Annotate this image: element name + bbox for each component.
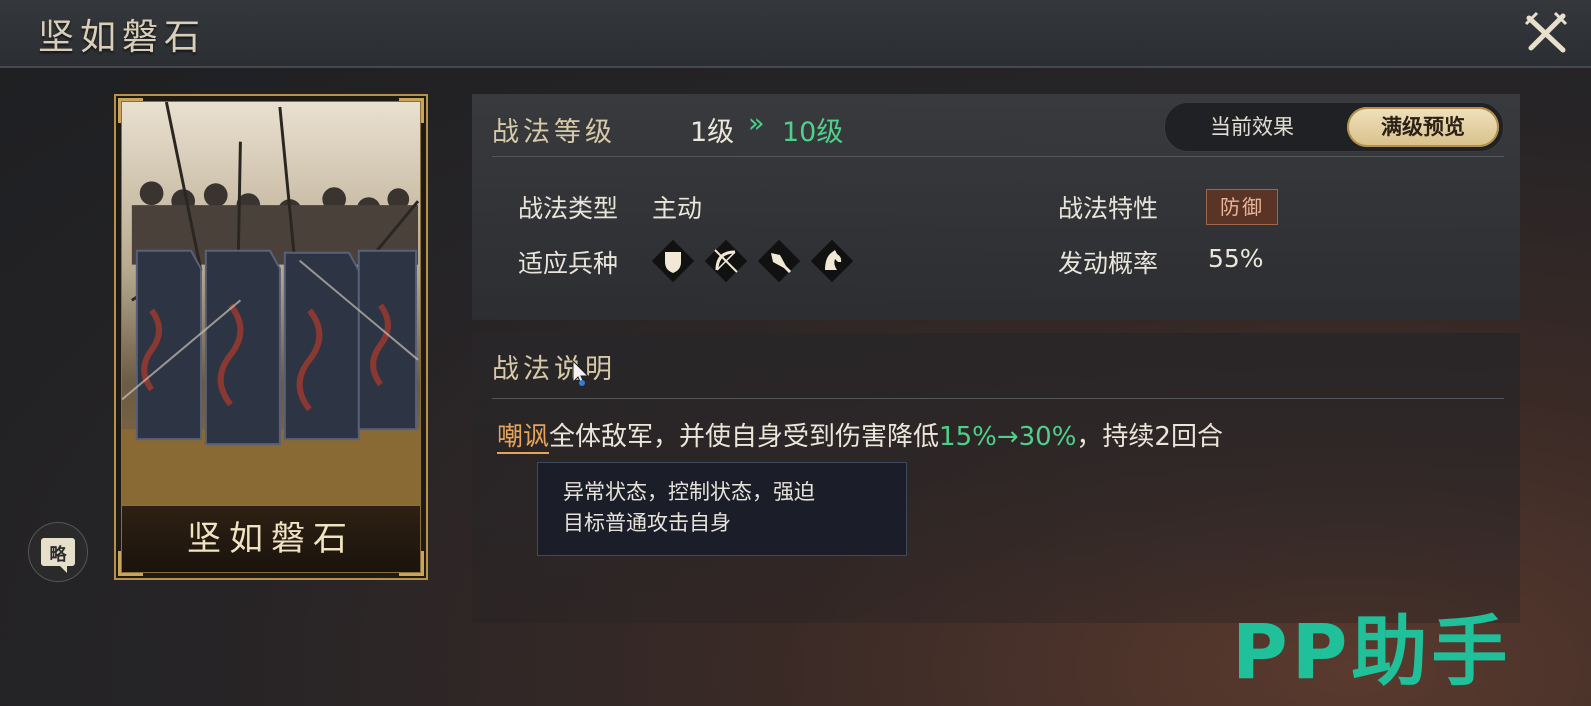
unit-types-label: 适应兵种 bbox=[518, 249, 619, 278]
watermark-logo: PP助手 bbox=[1232, 607, 1512, 696]
damage-reduction-value: 15%→30% bbox=[939, 422, 1077, 452]
skill-description-title: 战法说明 bbox=[492, 354, 616, 385]
skill-description-text: 嘲讽全体敌军，并使自身受到伤害降低15%→30%，持续2回合 bbox=[497, 416, 1223, 454]
horse-icon bbox=[811, 240, 853, 282]
skill-type-value: 主动 bbox=[652, 194, 703, 223]
skill-card-name: 坚如磐石 bbox=[122, 505, 420, 572]
description-text-part: ，持续2回合 bbox=[1076, 422, 1223, 452]
divider bbox=[492, 398, 1504, 399]
card-corner-ornament bbox=[399, 551, 424, 576]
brief-label: 略 bbox=[41, 538, 75, 573]
level-current: 1级 bbox=[690, 117, 735, 148]
taunt-keyword-link[interactable]: 嘲讽 bbox=[497, 422, 550, 454]
divider bbox=[492, 156, 1504, 157]
bow-icon bbox=[705, 240, 747, 282]
shield-icon bbox=[652, 240, 694, 282]
tooltip-line: 目标普通攻击自身 bbox=[563, 511, 731, 535]
keyword-tooltip: 异常状态，控制状态，强迫 目标普通攻击自身 bbox=[537, 462, 907, 556]
current-effect-tab[interactable]: 当前效果 bbox=[1177, 103, 1327, 151]
max-level-preview-tab[interactable]: 满级预览 bbox=[1347, 107, 1499, 147]
skill-info-panel: 战法等级 1级 » 10级 当前效果 满级预览 战法类型 主动 战法特性 防御 … bbox=[472, 94, 1520, 320]
card-corner-ornament bbox=[118, 98, 143, 123]
skill-trait-badge: 防御 bbox=[1206, 189, 1278, 225]
tooltip-line: 异常状态，控制状态，强迫 bbox=[563, 480, 815, 504]
level-max: 10级 bbox=[782, 117, 844, 148]
description-text-part: 全体敌军，并使自身受到伤害降低 bbox=[549, 422, 940, 452]
trigger-rate-label: 发动概率 bbox=[1058, 249, 1159, 278]
trigger-rate-value: 55% bbox=[1208, 244, 1264, 273]
close-button[interactable] bbox=[1523, 10, 1569, 56]
card-corner-ornament bbox=[118, 551, 143, 576]
window-title: 坚如磐石 bbox=[38, 17, 207, 58]
skill-level-title: 战法等级 bbox=[492, 117, 616, 148]
skill-card-art bbox=[122, 102, 420, 572]
title-bar: 坚如磐石 bbox=[0, 0, 1591, 68]
brief-toggle-button[interactable]: 略 bbox=[28, 522, 88, 582]
mouse-cursor-icon bbox=[572, 360, 590, 387]
spear-icon bbox=[758, 240, 800, 282]
card-corner-ornament bbox=[399, 98, 424, 123]
skill-type-label: 战法类型 bbox=[518, 194, 619, 223]
skill-card: 坚如磐石 bbox=[114, 94, 428, 580]
crossed-swords-close-icon bbox=[1524, 11, 1568, 53]
skill-trait-label: 战法特性 bbox=[1058, 194, 1159, 223]
effect-preview-toggle: 当前效果 满级预览 bbox=[1164, 102, 1504, 152]
skill-card-frame: 坚如磐石 bbox=[121, 101, 421, 573]
level-arrow-icon: » bbox=[748, 108, 764, 139]
